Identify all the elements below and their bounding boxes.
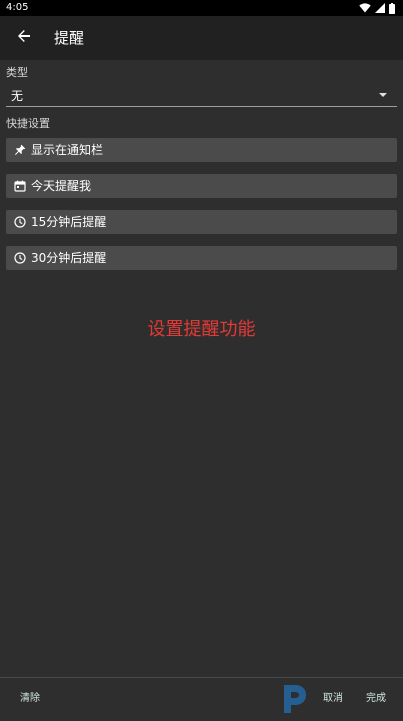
quick-settings-label: 快捷设置 — [6, 117, 50, 130]
signal-icon — [375, 3, 385, 13]
show-in-notification-label: 显示在通知栏 — [31, 143, 104, 157]
app-bar: 提醒 — [0, 16, 403, 60]
remind-today-button[interactable]: 今天提醒我 — [6, 174, 397, 198]
remind-in-30-min-label: 30分钟后提醒 — [31, 251, 107, 265]
feature-annotation: 设置提醒功能 — [147, 319, 256, 340]
watermark-logo-icon — [280, 683, 308, 719]
arrow-back-icon — [16, 28, 32, 48]
back-button[interactable] — [12, 26, 36, 50]
clock-icon — [13, 251, 27, 265]
type-select[interactable]: 无 — [6, 86, 397, 107]
pin-icon — [13, 143, 27, 157]
clock-icon — [13, 215, 27, 229]
calendar-icon — [13, 179, 27, 193]
status-bar: 4:05 — [0, 0, 403, 16]
show-in-notification-button[interactable]: 显示在通知栏 — [6, 138, 397, 162]
remind-today-label: 今天提醒我 — [31, 179, 92, 193]
type-select-value: 无 — [11, 89, 24, 103]
type-label: 类型 — [6, 66, 28, 79]
wifi-icon — [359, 3, 371, 13]
remind-in-15-min-label: 15分钟后提醒 — [31, 215, 107, 229]
clear-button[interactable]: 清除 — [20, 692, 40, 706]
battery-icon — [389, 2, 395, 14]
page-title: 提醒 — [54, 29, 85, 47]
remind-in-30-min-button[interactable]: 30分钟后提醒 — [6, 246, 397, 270]
dropdown-arrow-icon — [379, 93, 387, 97]
remind-in-15-min-button[interactable]: 15分钟后提醒 — [6, 210, 397, 234]
status-time: 4:05 — [6, 2, 29, 13]
status-icons — [359, 2, 395, 14]
watermark — [280, 683, 403, 715]
